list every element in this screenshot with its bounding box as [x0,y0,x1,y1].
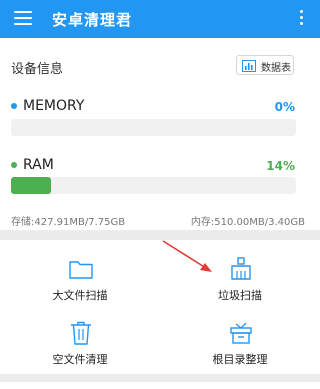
device-info-card: 设备信息 数据表 MEMORY 0% RAM 14% 存储:427.91MB/7… [0,38,320,230]
memory-percent: 0% [274,100,295,114]
app-title: 安卓清理君 [52,11,133,29]
large-file-scan-button[interactable]: 大文件扫描 [0,248,160,310]
empty-file-cleanup-button[interactable]: 空文件清理 [0,312,160,374]
ram-dot [11,162,17,168]
toolbox-icon [230,322,252,344]
root-directory-organize-label: 根目录整理 [212,353,268,366]
folder-icon [69,261,93,279]
junk-scan-label: 垃圾扫描 [218,289,262,302]
ram-label: RAM [23,157,54,173]
hamburger-icon[interactable] [14,11,32,27]
ram-bar-fill [11,177,51,194]
junk-scan-button[interactable]: 垃圾扫描 [160,248,320,310]
ram-percent: 14% [266,159,295,173]
root-directory-organize-button[interactable]: 根目录整理 [160,312,320,374]
memory-label: MEMORY [23,98,85,114]
empty-file-cleanup-label: 空文件清理 [52,353,108,366]
data-table-button[interactable]: 数据表 [236,55,294,75]
memory-capacity: 内存:510.00MB/3.40GB [190,217,305,228]
memory-bar [11,119,296,136]
bar-chart-icon [242,60,256,72]
app-bar: 安卓清理君 [0,0,320,38]
memory-dot [11,103,17,109]
ram-bar [11,177,296,194]
device-info-title: 设备信息 [11,62,64,77]
tools-panel: 大文件扫描 垃圾扫描 空文件清理 根目录整理 [0,240,320,374]
more-vertical-icon[interactable] [300,10,304,28]
broom-icon [231,257,251,280]
storage-usage: 存储:427.91MB/7.75GB [11,217,126,228]
large-file-scan-label: 大文件扫描 [52,289,108,302]
data-table-label: 数据表 [261,63,291,74]
bottom-strip [0,382,320,389]
trash-icon [71,321,91,345]
